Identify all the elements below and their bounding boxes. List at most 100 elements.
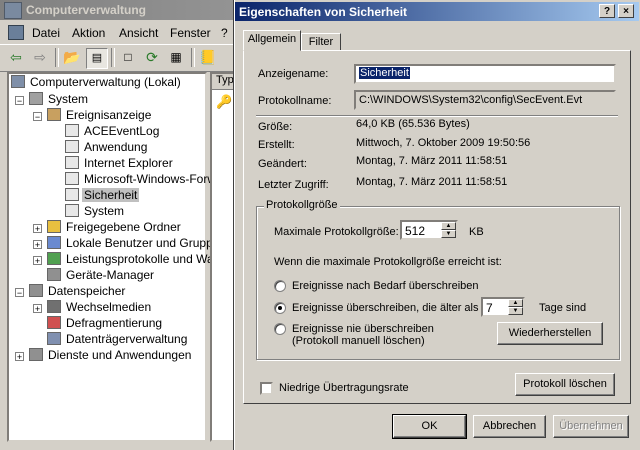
- window-menu-icon[interactable]: [8, 25, 24, 40]
- console-tree: Computerverwaltung (Lokal) − System − Er…: [7, 72, 219, 442]
- help-button[interactable]: ?: [599, 4, 615, 18]
- background-window-title: Computerverwaltung: [26, 3, 147, 17]
- tree-item-internet-explorer[interactable]: Internet Explorer: [65, 156, 175, 172]
- tree-item-microsoft-windows-forw[interactable]: Microsoft-Windows-Forw: [65, 172, 218, 188]
- protokollname-field[interactable]: C:\WINDOWS\System32\config\SecEvent.Evt: [354, 90, 616, 110]
- properties-icon[interactable]: □: [118, 48, 138, 67]
- computer-management-icon: [4, 2, 22, 19]
- removable-media-icon: [47, 300, 61, 313]
- menu-fenster[interactable]: Fenster: [170, 26, 211, 40]
- spinner-up-icon[interactable]: ▲: [508, 299, 523, 307]
- anzeigename-value: Sicherheit: [359, 67, 410, 79]
- tree-item-defragmentierung[interactable]: Defragmentierung: [47, 316, 164, 332]
- radio-overwrite-as-needed[interactable]: [274, 280, 286, 292]
- properties-dialog: Eigenschaften von Sicherheit ? × Allgeme…: [234, 0, 640, 450]
- forward-arrow-icon[interactable]: ⇨: [30, 48, 50, 67]
- tools-icon: [29, 92, 43, 105]
- erstellt-value: Mittwoch, 7. Oktober 2009 19:50:56: [356, 137, 531, 149]
- restore-button[interactable]: Wiederherstellen: [497, 322, 603, 345]
- tree-item-computerverwaltung[interactable]: Computerverwaltung (Lokal): [11, 75, 183, 91]
- cancel-button[interactable]: Abbrechen: [473, 415, 546, 438]
- tree-item-system[interactable]: System: [29, 92, 90, 108]
- erstellt-label: Erstellt:: [258, 139, 295, 151]
- tree-item-dienste-und-anwendungen[interactable]: Dienste und Anwendungen: [29, 348, 193, 364]
- geaendert-label: Geändert:: [258, 158, 307, 170]
- days-unit: Tage sind: [539, 302, 587, 314]
- spinner-up-icon[interactable]: ▲: [441, 222, 456, 230]
- menu-datei[interactable]: Datei: [32, 26, 60, 40]
- collapse-event-viewer-icon[interactable]: −: [33, 112, 42, 122]
- toolbar-separator: [111, 48, 115, 67]
- max-size-unit: KB: [469, 226, 484, 238]
- shared-folder-icon: [47, 220, 61, 233]
- tree-item-system-log[interactable]: System: [65, 204, 126, 220]
- ok-button[interactable]: OK: [392, 414, 467, 439]
- back-arrow-icon[interactable]: ⇦: [6, 48, 26, 67]
- log-icon: [65, 188, 79, 201]
- close-button[interactable]: ×: [618, 4, 634, 18]
- expand-performance-icon[interactable]: +: [33, 256, 42, 266]
- menu-help[interactable]: ?: [221, 26, 228, 40]
- expand-users-icon[interactable]: +: [33, 240, 42, 250]
- max-size-value: 512: [405, 224, 426, 238]
- clear-log-button[interactable]: Protokoll löschen: [515, 373, 615, 396]
- tree-item-datenspeicher[interactable]: Datenspeicher: [29, 284, 127, 300]
- tree-item-wechselmedien[interactable]: Wechselmedien: [47, 300, 153, 316]
- log-icon: [65, 140, 79, 153]
- computer-icon: [11, 75, 25, 88]
- spinner-buttons: ▲ ▼: [441, 222, 456, 238]
- refresh-icon[interactable]: ⟳: [142, 48, 162, 67]
- radio-never-overwrite-sublabel: (Protokoll manuell löschen): [292, 335, 425, 347]
- tree-item-ereignisanzeige[interactable]: Ereignisanzeige: [47, 108, 153, 124]
- help-book-icon[interactable]: 📒: [198, 48, 218, 67]
- up-folder-icon[interactable]: 📂: [62, 48, 82, 67]
- days-value: 7: [486, 301, 493, 315]
- spinner-down-icon[interactable]: ▼: [441, 230, 456, 238]
- dialog-title: Eigenschaften von Sicherheit: [239, 5, 408, 19]
- menu-aktion[interactable]: Aktion: [72, 26, 105, 40]
- radio-overwrite-older[interactable]: [274, 302, 286, 314]
- groesse-value: 64,0 KB (65.536 Bytes): [356, 118, 470, 130]
- tree-item-lokale-benutzer[interactable]: Lokale Benutzer und Gruppe: [47, 236, 221, 252]
- tab-filter[interactable]: Filter: [301, 33, 341, 51]
- expand-removable-media-icon[interactable]: +: [33, 304, 42, 314]
- toolbar-separator: [191, 48, 195, 67]
- apply-button[interactable]: Übernehmen: [553, 415, 629, 438]
- expand-services-icon[interactable]: +: [15, 352, 24, 362]
- tree-item-geraete-manager[interactable]: Geräte-Manager: [47, 268, 156, 284]
- expand-shared-folders-icon[interactable]: +: [33, 224, 42, 234]
- low-speed-checkbox[interactable]: [260, 382, 273, 395]
- groesse-label: Größe:: [258, 121, 293, 133]
- defrag-icon: [47, 316, 61, 329]
- users-icon: [47, 236, 61, 249]
- radio-never-overwrite-label: Ereignisse nie überschreiben: [292, 323, 434, 335]
- tree-item-anwendung[interactable]: Anwendung: [65, 140, 149, 156]
- spinner-down-icon[interactable]: ▼: [508, 307, 523, 315]
- tree-item-datentraegerverwaltung[interactable]: Datenträgerverwaltung: [47, 332, 189, 348]
- protokollgroesse-group-title: Protokollgröße: [264, 199, 340, 211]
- collapse-system-icon[interactable]: −: [15, 96, 24, 106]
- tree-item-freigegebene-ordner[interactable]: Freigegebene Ordner: [47, 220, 183, 236]
- letzter-zugriff-label: Letzter Zugriff:: [258, 179, 329, 191]
- max-size-spinner[interactable]: 512 ▲ ▼: [400, 220, 458, 240]
- log-icon: [65, 204, 79, 217]
- export-list-icon[interactable]: ▦: [166, 48, 186, 67]
- spinner-buttons: ▲ ▼: [508, 299, 523, 315]
- collapse-storage-icon[interactable]: −: [15, 288, 24, 298]
- show-tree-icon[interactable]: ▤: [86, 48, 108, 69]
- performance-icon: [47, 252, 61, 265]
- divider: [256, 115, 618, 117]
- dialog-title-bar[interactable]: Eigenschaften von Sicherheit ? ×: [235, 2, 639, 21]
- radio-overwrite-as-needed-label: Ereignisse nach Bedarf überschreiben: [292, 280, 479, 292]
- radio-never-overwrite[interactable]: [274, 323, 286, 335]
- tree-item-leistungsprotokolle[interactable]: Leistungsprotokolle und War: [47, 252, 220, 268]
- tab-panel-allgemein: Anzeigename: Sicherheit Protokollname: C…: [243, 50, 631, 404]
- anzeigename-label: Anzeigename:: [258, 68, 329, 80]
- anzeigename-input[interactable]: Sicherheit: [354, 64, 616, 84]
- tree-item-aceeventlog[interactable]: ACEEventLog: [65, 124, 161, 140]
- menu-ansicht[interactable]: Ansicht: [119, 26, 158, 40]
- days-spinner[interactable]: 7 ▲ ▼: [481, 297, 525, 317]
- tree-item-sicherheit[interactable]: Sicherheit: [65, 188, 140, 204]
- tab-allgemein[interactable]: Allgemein: [243, 30, 301, 51]
- geaendert-value: Montag, 7. März 2011 11:58:51: [356, 155, 508, 167]
